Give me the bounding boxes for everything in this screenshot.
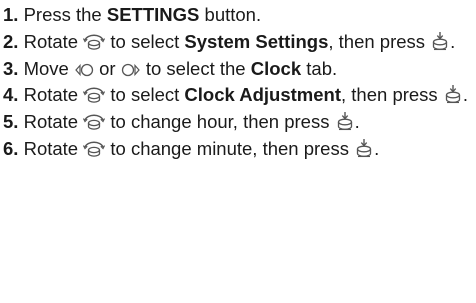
- step-text: .: [374, 137, 380, 159]
- step-text: to select the: [140, 57, 251, 79]
- press-knob-icon: [444, 84, 462, 104]
- step-text: to change minute, then press: [105, 137, 355, 159]
- move-right-icon: [121, 62, 141, 78]
- step-text: tab.: [301, 57, 338, 79]
- step-number: 3.: [3, 57, 19, 79]
- step-4: 4. Rotate to select Clock Adjustment, th…: [3, 82, 476, 109]
- step-number: 5.: [3, 111, 19, 133]
- clock-label: Clock: [250, 57, 302, 79]
- clock-adjustment-label: Clock Adjustment: [184, 84, 342, 106]
- step-3: 3. Move or to select the Clock tab.: [3, 56, 476, 83]
- system-settings-label: System Settings: [184, 30, 329, 52]
- instruction-list: 1. Press the SETTINGS button. 2. Rotate …: [0, 0, 476, 303]
- step-text: to select: [105, 30, 185, 52]
- step-text: to select: [105, 84, 185, 106]
- rotate-knob-icon: [83, 33, 106, 51]
- step-text: , then press: [328, 30, 431, 52]
- step-6: 6. Rotate to change minute, then press .: [3, 136, 476, 163]
- move-left-icon: [74, 62, 94, 78]
- settings-label: SETTINGS: [106, 4, 200, 25]
- step-2: 2. Rotate to select System Settings, the…: [3, 29, 476, 56]
- step-text: Rotate: [23, 84, 84, 106]
- press-knob-icon: [336, 111, 354, 131]
- step-text: Move: [23, 57, 74, 79]
- step-text: , then press: [341, 84, 443, 106]
- step-number: 4.: [3, 84, 19, 106]
- step-5: 5. Rotate to change hour, then press .: [3, 109, 476, 136]
- step-number: 6.: [3, 137, 19, 159]
- step-text: .: [462, 84, 468, 106]
- step-text: Rotate: [23, 30, 84, 52]
- rotate-knob-icon: [83, 86, 106, 104]
- step-text: .: [354, 111, 360, 133]
- step-text: .: [450, 30, 456, 52]
- press-knob-icon: [355, 138, 373, 158]
- step-number: 2.: [3, 30, 19, 52]
- rotate-knob-icon: [83, 113, 106, 131]
- rotate-knob-icon: [83, 140, 106, 158]
- step-text: to change hour, then press: [105, 111, 335, 133]
- step-text: button.: [199, 4, 262, 25]
- step-number: 1.: [3, 4, 19, 25]
- step-text: Rotate: [23, 111, 84, 133]
- step-text: or: [93, 57, 121, 79]
- step-1: 1. Press the SETTINGS button.: [3, 2, 476, 29]
- press-knob-icon: [431, 31, 449, 51]
- step-text: Press the: [23, 4, 107, 25]
- step-text: Rotate: [23, 137, 84, 159]
